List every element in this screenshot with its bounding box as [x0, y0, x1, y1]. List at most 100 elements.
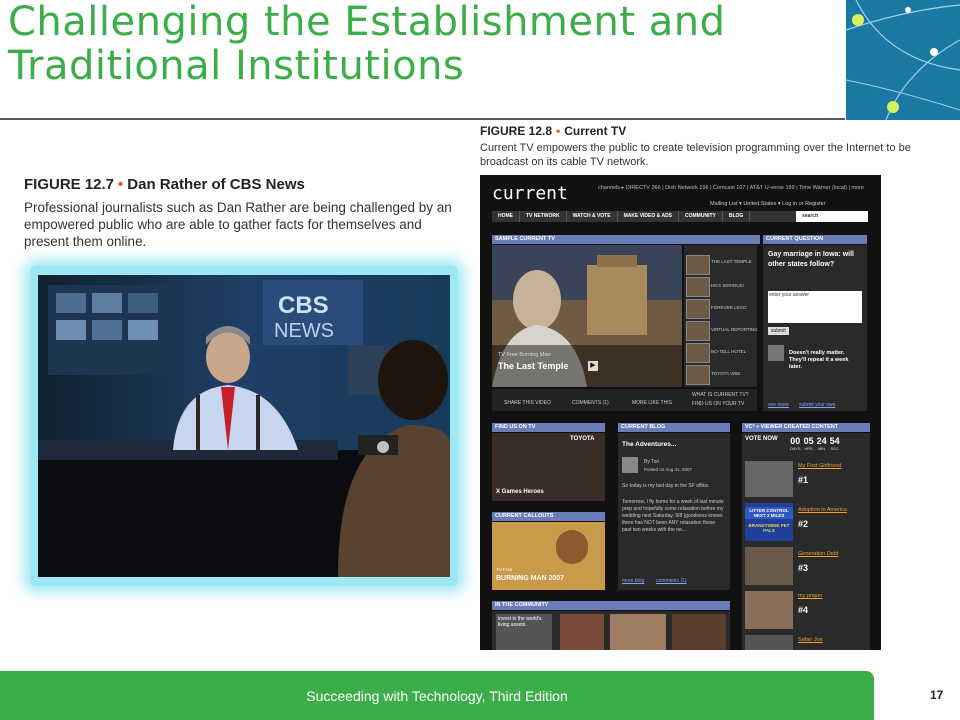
rank-thumb-1[interactable]	[745, 461, 793, 497]
blog-avatar	[622, 457, 638, 473]
rank-number-2: #2	[798, 519, 809, 529]
blog-text: So today is my last day in the SF office…	[622, 483, 710, 489]
avatar	[768, 345, 784, 361]
more-like-link[interactable]: MORE LIKE THIS	[632, 400, 672, 406]
callout-subtitle: TV Free	[496, 567, 513, 572]
video-actions-bar: SHARE THIS VIDEO COMMENTS (1) MORE LIKE …	[492, 389, 757, 411]
side-item-3[interactable]: FOREVER LEGO	[711, 305, 747, 310]
submit-own-link[interactable]: submit your own	[799, 402, 835, 408]
what-is-current-link[interactable]: WHAT IS CURRENT TV?	[692, 392, 749, 398]
find-us-subtitle: X Games Heroes	[496, 489, 544, 495]
search-input[interactable]: search	[796, 211, 868, 222]
rank-thumb-5[interactable]	[745, 635, 793, 650]
callouts-header: CURRENT CALLOUTS	[492, 512, 605, 521]
video-subtitle: TV Free Burning Man	[498, 352, 551, 358]
comments-link[interactable]: COMMENTS (1)	[572, 400, 609, 406]
nav-home[interactable]: HOME	[492, 211, 520, 222]
find-us-panel[interactable]: TOYOTA X Games Heroes	[492, 433, 605, 501]
community-thumb[interactable]	[610, 614, 666, 650]
figure-name: Current TV	[564, 124, 627, 138]
news-studio-illustration: CBS NEWS	[38, 275, 450, 577]
more-blog-link[interactable]: more blog	[622, 578, 644, 584]
site-nav: HOME TV NETWORK WATCH & VOTE MAKE VIDEO …	[492, 211, 868, 222]
current-tv-website: current channels ▸ DIRECTV 366 | Dish Ne…	[480, 175, 881, 650]
rank-title-3[interactable]: Generation Debt	[798, 551, 838, 557]
figure-12-7-caption: FIGURE 12.7 • Dan Rather of CBS News Profe…	[24, 176, 464, 250]
rank-thumb-2[interactable]: LITTER CONTROL NEXT 3 MILES BRANDYWINE P…	[745, 503, 793, 541]
nav-watch-vote[interactable]: WATCH & VOTE	[567, 211, 618, 222]
bullet-dot: •	[118, 176, 124, 193]
side-item-2[interactable]: HE'S SERIOUS!	[711, 283, 744, 288]
toyota-logo: TOYOTA	[570, 436, 595, 442]
rank-number-1: #1	[798, 475, 809, 485]
blog-date: Posted on Aug 31, 2007	[644, 467, 693, 472]
svg-text:CBS: CBS	[278, 292, 329, 319]
community-banner[interactable]: invest in the world's living assets.	[496, 614, 552, 650]
rank-title-1[interactable]: My First Girlfriend	[798, 463, 841, 469]
rank-title-2[interactable]: Adoption in America	[798, 507, 847, 513]
question-text: Gay marriage in Iowa: will other states …	[768, 251, 854, 268]
network-lines-icon	[846, 0, 960, 120]
nav-blog[interactable]: BLOG	[723, 211, 751, 222]
figure-12-8-caption: FIGURE 12.8 • Current TV Current TV empowe…	[480, 124, 930, 169]
rank-number-3: #3	[798, 563, 809, 573]
nav-make-video[interactable]: MAKE VIDEO & ADS	[618, 211, 680, 222]
question-header: CURRENT QUESTION	[763, 235, 867, 244]
find-us-header: FIND US ON TV	[492, 423, 605, 432]
blog-text-2: Tomorrow, I fly home for a week of last …	[622, 499, 724, 533]
callouts-panel[interactable]: TV Free BURNING MAN 2007	[492, 522, 605, 590]
see-more-link[interactable]: see more	[768, 402, 789, 408]
countdown: 00 DAYS 05 HRS 24 MIN 54 SEC	[790, 436, 840, 451]
answer-quote: Doesn't really matter. They'll repeal it…	[789, 350, 849, 370]
submit-button[interactable]: submit	[768, 327, 789, 335]
side-item-5[interactable]: NO-TELL HOTEL	[711, 349, 746, 354]
sample-header: SAMPLE CURRENT TV	[492, 235, 760, 244]
rank-number-4: #4	[798, 605, 809, 615]
page-number: 17	[930, 688, 944, 702]
nav-tv-network[interactable]: TV NETWORK	[520, 211, 567, 222]
share-video-link[interactable]: SHARE THIS VIDEO	[504, 400, 551, 406]
rank-thumb-3[interactable]	[745, 547, 793, 585]
figure-12-8-title: FIGURE 12.8 • Current TV	[480, 124, 930, 138]
bullet-dot: •	[556, 124, 561, 138]
side-item-1[interactable]: THE LAST TEMPLE	[711, 259, 752, 264]
figure-label: FIGURE 12.7	[24, 176, 115, 193]
play-icon[interactable]: ▶	[588, 361, 598, 371]
community-thumb[interactable]	[672, 614, 726, 650]
blog-panel: The Adventures... By Tori Posted on Aug …	[618, 433, 730, 590]
vc-panel: VOTE NOW 00 DAYS 05 HRS 24 MIN 54 SEC My Fir…	[742, 433, 870, 650]
blog-header: CURRENT BLOG	[618, 423, 730, 432]
side-item-4[interactable]: VIRTUAL REPORTING	[711, 327, 758, 332]
rank-thumb-4[interactable]	[745, 591, 793, 629]
rank-title-4[interactable]: my prayer	[798, 593, 822, 599]
answer-input[interactable]: enter your answer	[768, 291, 862, 323]
question-panel: Gay marriage in Iowa: will other states …	[763, 245, 867, 411]
rank-title-5[interactable]: Safari Joe	[798, 637, 823, 643]
community-header: IN THE COMMUNITY	[492, 601, 730, 610]
figure-12-8-description: Current TV empowers the public to create…	[480, 142, 911, 168]
current-logo[interactable]: current	[492, 183, 568, 204]
utility-links[interactable]: Mailing List ▾ United States ▾ Log in or…	[710, 201, 826, 207]
footer-text: Succeeding with Technology, Third Editio…	[306, 688, 568, 704]
blog-title[interactable]: The Adventures...	[622, 441, 676, 448]
corner-decoration	[846, 0, 960, 120]
figure-12-7-title: FIGURE 12.7 • Dan Rather of CBS News	[24, 176, 464, 193]
vote-now-label[interactable]: VOTE NOW	[745, 436, 778, 442]
vc-header: VC² » VIEWER CREATED CONTENT	[742, 423, 870, 432]
video-player[interactable]: TV Free Burning Man The Last Temple ▶	[492, 245, 682, 387]
video-title: The Last Temple	[498, 361, 569, 371]
blog-comments-link[interactable]: comments (1)	[656, 578, 687, 584]
blog-author: By Tori	[644, 459, 660, 465]
figure-name: Dan Rather of CBS News	[127, 176, 305, 193]
dan-rather-photo: CBS NEWS	[38, 275, 450, 577]
find-us-link[interactable]: FIND US ON YOUR TV	[692, 401, 744, 407]
slide-title: Challenging the Establishment and Tradit…	[8, 0, 838, 88]
figure-label: FIGURE 12.8	[480, 124, 553, 138]
side-item-6[interactable]: TOYOTA VIBE	[711, 371, 740, 376]
callout-title: BURNING MAN 2007	[496, 575, 565, 582]
community-thumb[interactable]	[560, 614, 604, 650]
figure-12-7-description: Professional journalists such as Dan Rat…	[24, 200, 452, 249]
community-panel: invest in the world's living assets.	[492, 611, 730, 650]
nav-community[interactable]: COMMUNITY	[679, 211, 723, 222]
channels-bar[interactable]: channels ▸ DIRECTV 366 | Dish Network 19…	[598, 185, 864, 191]
